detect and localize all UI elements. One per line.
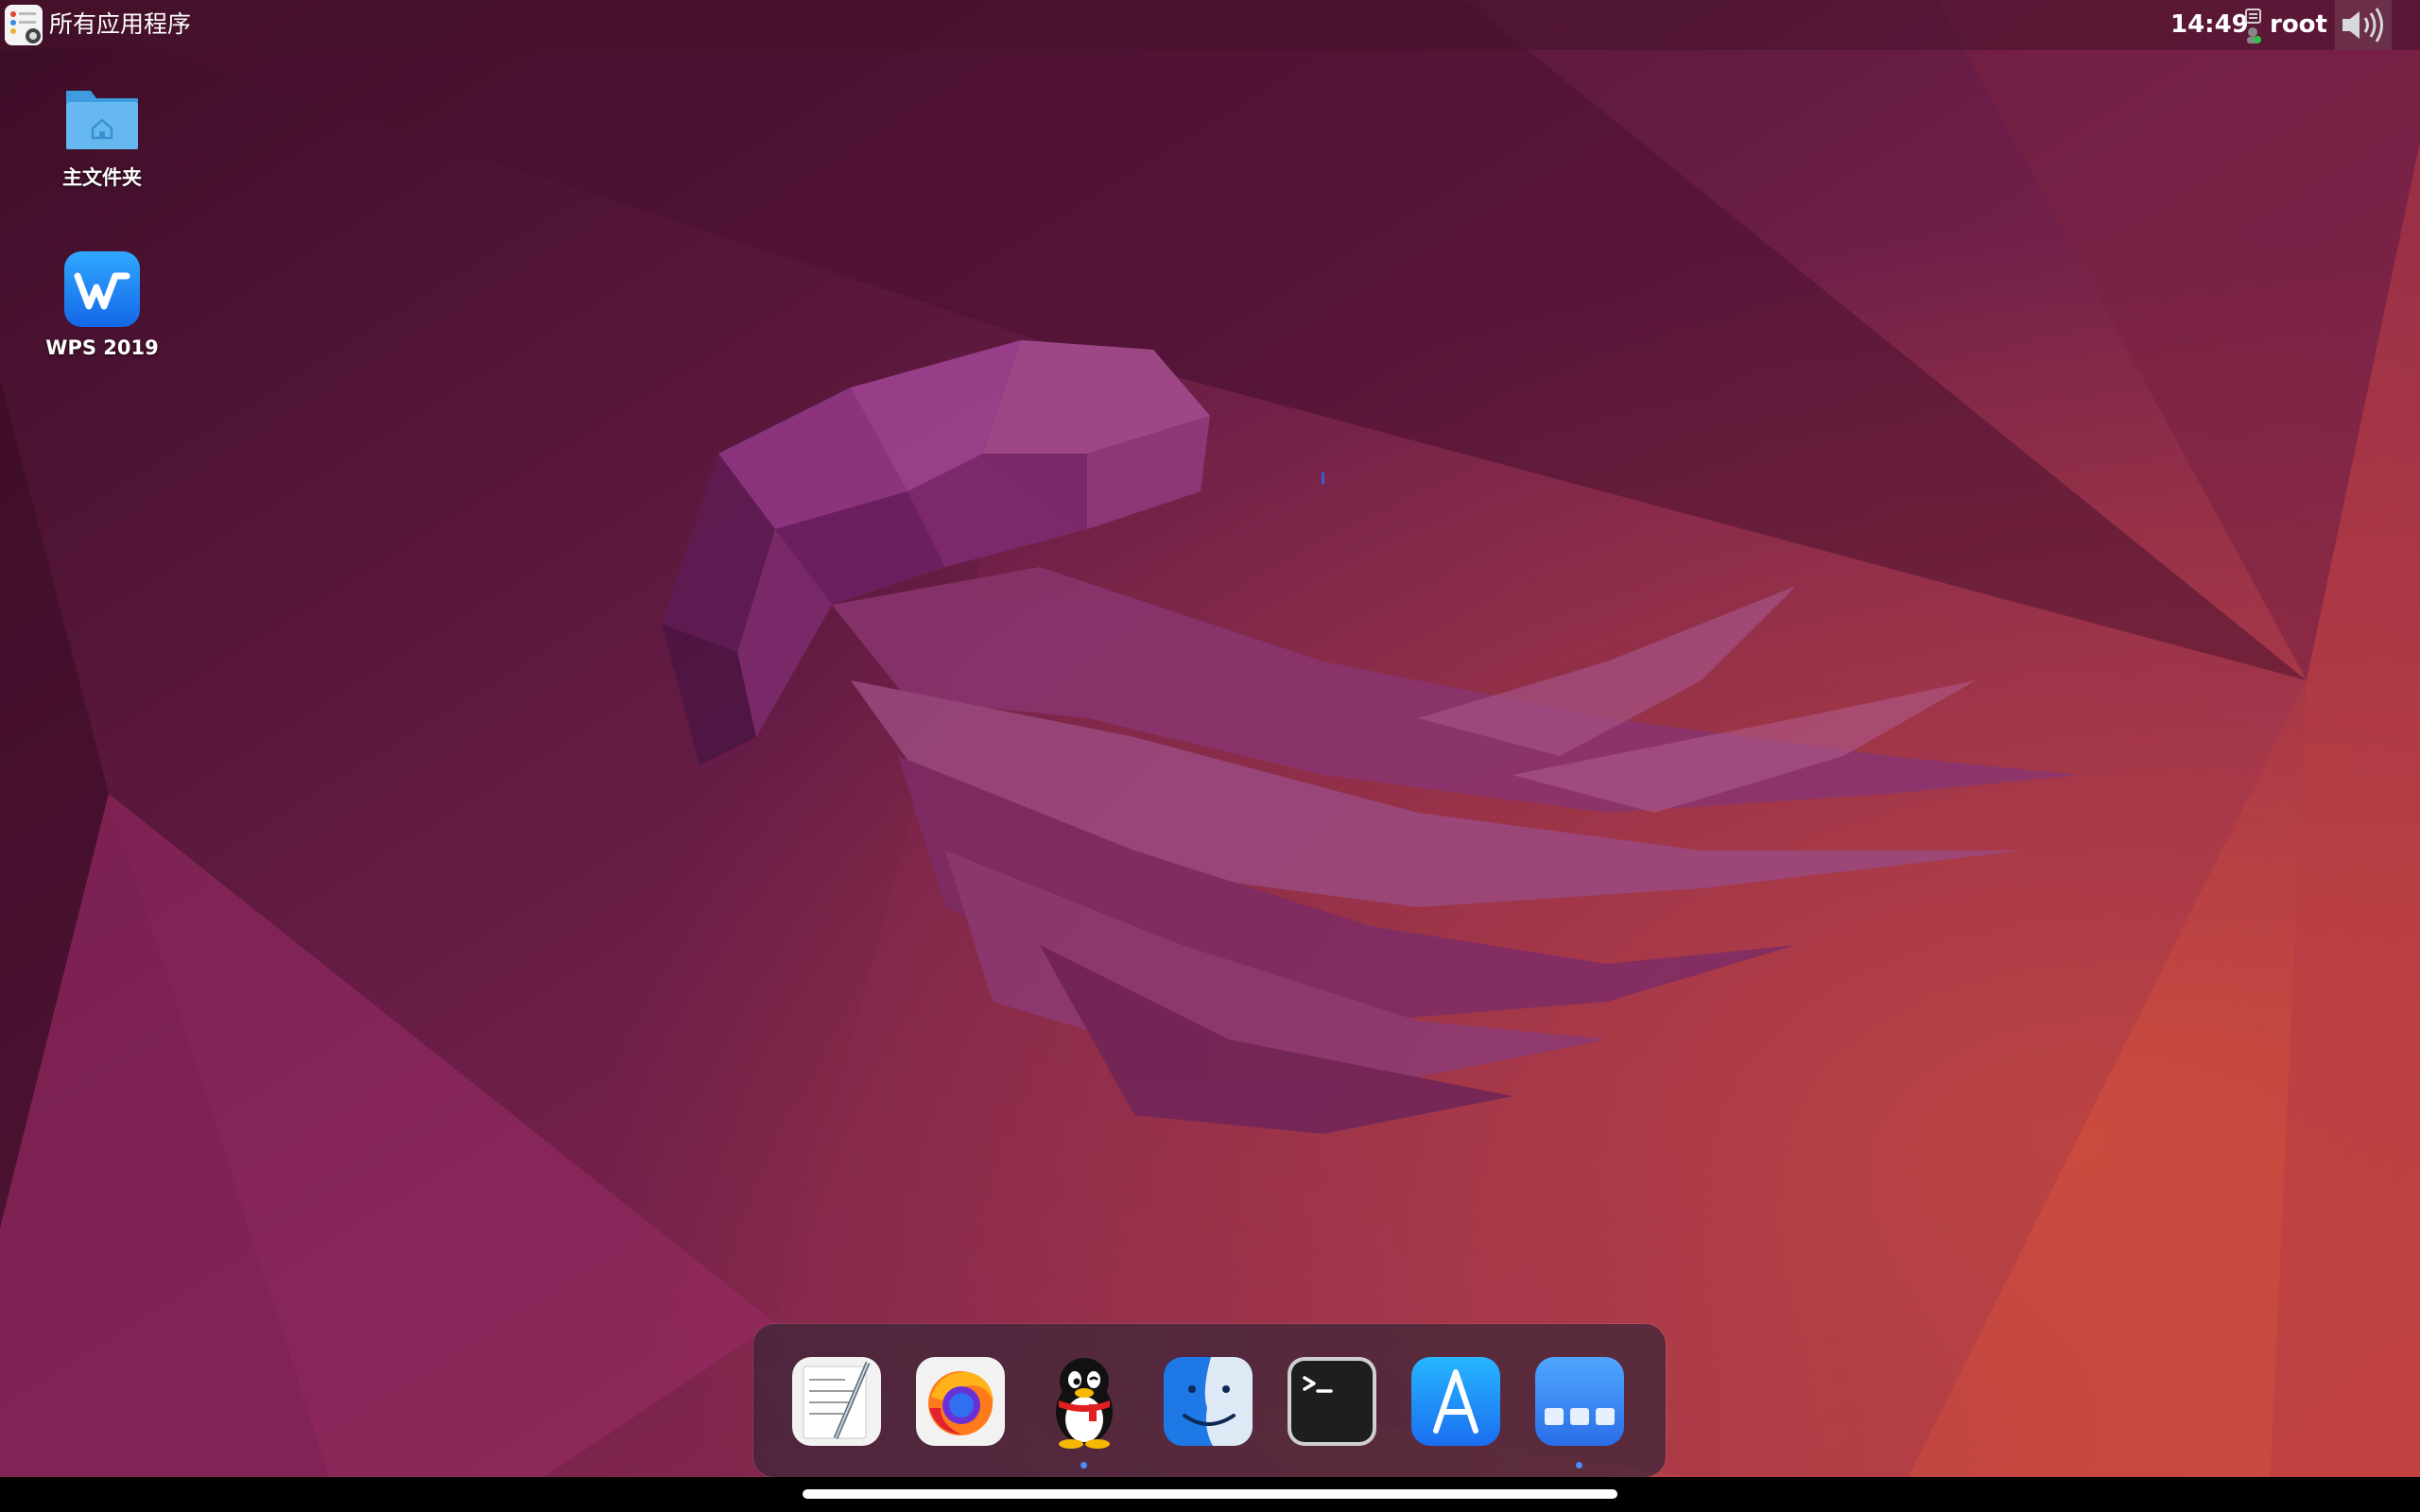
user-icon[interactable] [2243, 6, 2264, 45]
qq-penguin-icon [1056, 1358, 1113, 1449]
wps-icon [62, 249, 142, 329]
desktop-item-wps[interactable]: WPS 2019 [31, 249, 173, 361]
volume-icon[interactable] [2335, 0, 2392, 50]
dock-item-app-store[interactable] [1408, 1353, 1504, 1450]
wallpaper [0, 0, 2420, 1512]
desktop-item-label: 主文件夹 [62, 166, 142, 189]
top-bar: 所有应用程序 14:49 root [0, 0, 2420, 50]
text-editor-icon [792, 1357, 881, 1446]
dock-item-firefox[interactable] [912, 1353, 1009, 1450]
home-indicator[interactable] [803, 1489, 1617, 1499]
launcher-icon[interactable] [5, 5, 43, 45]
dock-item-launchpad[interactable] [1531, 1353, 1628, 1469]
home-folder-icon [62, 79, 142, 159]
desktop-item-home-folder[interactable]: 主文件夹 [31, 79, 173, 191]
app-store-icon [1411, 1357, 1500, 1446]
desktop-screen: 所有应用程序 14:49 root 主文件夹 WPS 2019 [0, 0, 2420, 1512]
running-indicator [1080, 1462, 1087, 1469]
terminal-icon [1288, 1357, 1376, 1446]
launchpad-icon [1535, 1357, 1624, 1446]
desktop-item-label: WPS 2019 [45, 336, 159, 359]
all-apps-menu-label[interactable]: 所有应用程序 [49, 9, 191, 40]
dock-item-text-editor[interactable] [788, 1353, 885, 1450]
dock-item-terminal[interactable] [1284, 1353, 1380, 1450]
firefox-icon [916, 1357, 1005, 1446]
dock-item-finder[interactable] [1160, 1353, 1256, 1450]
finder-icon [1164, 1357, 1253, 1446]
clock[interactable]: 14:49 [2170, 9, 2249, 40]
running-indicator [1576, 1462, 1582, 1469]
user-name[interactable]: root [2270, 9, 2327, 40]
dock [753, 1324, 1666, 1477]
text-cursor-mark [1322, 472, 1324, 484]
dock-item-qq[interactable] [1036, 1353, 1132, 1469]
